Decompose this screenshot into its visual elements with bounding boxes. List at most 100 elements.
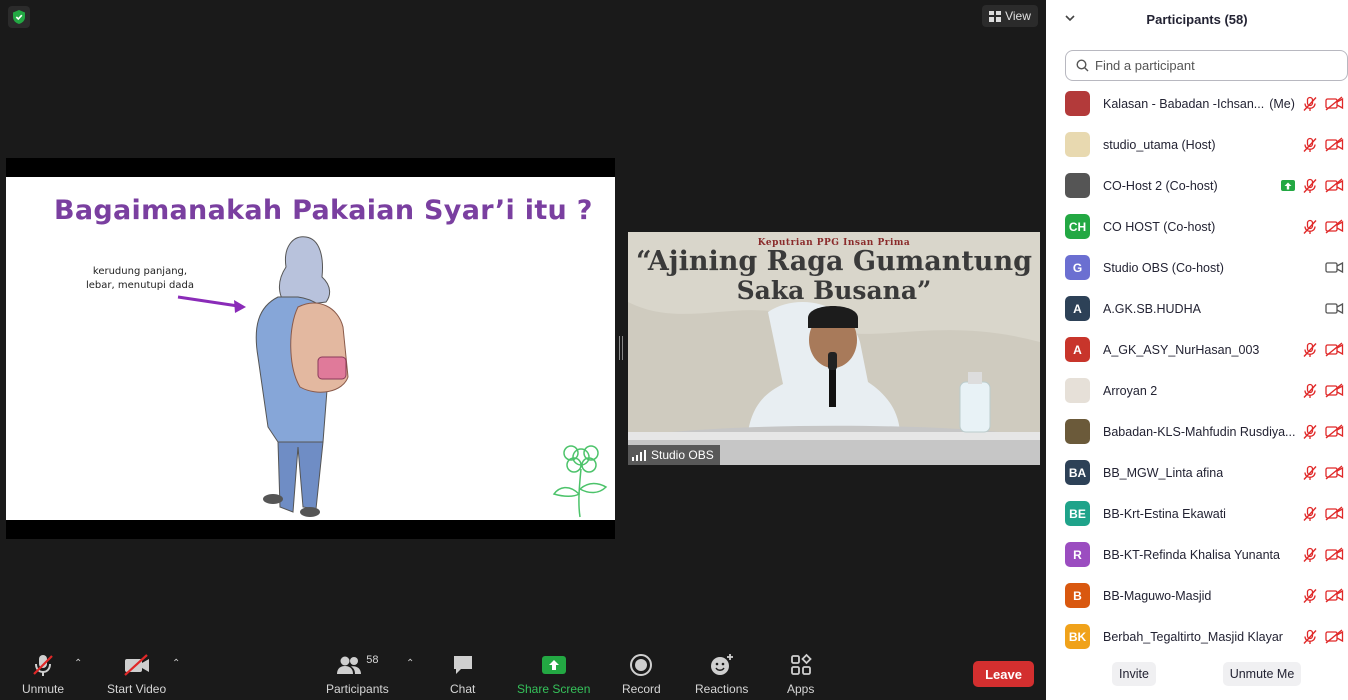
muted-mic-icon[interactable] xyxy=(1302,629,1318,645)
view-label: View xyxy=(1005,9,1031,23)
banner-title-line1: “Ajining Raga Gumantung xyxy=(636,246,1032,277)
participant-row[interactable]: BE BB-Krt-Estina Ekawati xyxy=(1046,493,1348,534)
participant-name: Arroyan 2 xyxy=(1103,384,1157,398)
muted-mic-icon[interactable] xyxy=(1302,547,1318,563)
participant-status-icons xyxy=(1281,178,1344,194)
participant-row[interactable]: CO-Host 2 (Co-host) xyxy=(1046,165,1348,206)
participant-name-text: A_GK_ASY_NurHasan_003 xyxy=(1103,342,1260,357)
record-icon xyxy=(630,654,653,676)
invite-button[interactable]: Invite xyxy=(1112,662,1156,686)
avatar: A xyxy=(1065,296,1090,321)
video-off-icon[interactable] xyxy=(1325,383,1344,398)
audio-options-caret-icon[interactable]: ⌃ xyxy=(74,658,82,669)
chat-button[interactable]: Chat xyxy=(450,652,475,696)
muted-mic-icon[interactable] xyxy=(1302,588,1318,604)
participants-options-caret-icon[interactable]: ⌃ xyxy=(406,658,414,669)
video-off-icon[interactable] xyxy=(1325,465,1344,480)
unmute-button[interactable]: Unmute xyxy=(22,652,64,696)
video-off-icon[interactable] xyxy=(1325,629,1344,644)
participant-name-text: Babadan-KLS-Mahfudin Rusdiya... xyxy=(1103,424,1296,439)
reactions-button[interactable]: Reactions xyxy=(695,652,748,696)
muted-mic-icon[interactable] xyxy=(1302,178,1318,194)
video-off-icon[interactable] xyxy=(1325,342,1344,357)
muted-mic-icon[interactable] xyxy=(1302,383,1318,399)
apps-button[interactable]: Apps xyxy=(787,652,814,696)
participants-panel: Participants (58) Kalasan - Babadan -Ich… xyxy=(1046,0,1348,700)
video-on-icon[interactable] xyxy=(1325,301,1344,316)
participant-name-text: A.GK.SB.HUDHA xyxy=(1103,301,1201,316)
participant-name: CO HOST (Co-host) xyxy=(1103,220,1215,234)
speaker-name-tag: Studio OBS xyxy=(628,445,720,465)
screen-sharing-icon xyxy=(1281,180,1295,191)
muted-mic-icon[interactable] xyxy=(1302,342,1318,358)
participants-button[interactable]: 58 Participants xyxy=(326,652,389,696)
muted-mic-icon[interactable] xyxy=(1302,465,1318,481)
participant-status-icons xyxy=(1302,137,1344,153)
participant-row[interactable]: BK Berbah_Tegaltirto_Masjid Klayar xyxy=(1046,616,1348,657)
participants-icon xyxy=(337,656,362,674)
participant-row[interactable]: R BB-KT-Refinda Khalisa Yunanta xyxy=(1046,534,1348,575)
unmute-label: Unmute xyxy=(22,682,65,696)
participant-status-icons xyxy=(1325,301,1344,316)
video-off-icon[interactable] xyxy=(1325,137,1344,152)
video-off-icon[interactable] xyxy=(1325,219,1344,234)
participant-row[interactable]: A A.GK.SB.HUDHA xyxy=(1046,288,1348,329)
participant-role-suffix: (Me) xyxy=(1269,96,1295,111)
participant-search[interactable] xyxy=(1065,50,1348,81)
participant-status-icons xyxy=(1302,96,1344,112)
participant-row[interactable]: A A_GK_ASY_NurHasan_003 xyxy=(1046,329,1348,370)
participant-row[interactable]: studio_utama (Host) xyxy=(1046,124,1348,165)
video-options-caret-icon[interactable]: ⌃ xyxy=(172,658,180,669)
view-button[interactable]: View xyxy=(982,5,1038,27)
participant-status-icons xyxy=(1302,629,1344,645)
participant-row[interactable]: Kalasan - Babadan -Ichsan... (Me) xyxy=(1046,83,1348,124)
muted-mic-icon[interactable] xyxy=(1302,424,1318,440)
participant-row[interactable]: CH CO HOST (Co-host) xyxy=(1046,206,1348,247)
avatar xyxy=(1065,91,1090,116)
grid-icon xyxy=(989,10,1002,22)
splitter-handle[interactable] xyxy=(619,336,623,360)
muted-mic-icon[interactable] xyxy=(1302,137,1318,153)
panel-footer: Invite Unmute Me xyxy=(1046,662,1348,688)
share-screen-icon xyxy=(541,656,566,674)
start-video-button[interactable]: Start Video xyxy=(107,652,166,696)
security-shield-icon[interactable] xyxy=(8,6,30,28)
muted-mic-icon[interactable] xyxy=(1302,96,1318,112)
participant-name-text: Kalasan - Babadan -Ichsan... xyxy=(1103,96,1265,111)
leave-button[interactable]: Leave xyxy=(973,661,1034,687)
video-off-icon[interactable] xyxy=(1325,178,1344,193)
participant-status-icons xyxy=(1302,547,1344,563)
avatar xyxy=(1065,419,1090,444)
participant-row[interactable]: Arroyan 2 xyxy=(1046,370,1348,411)
participant-name: Studio OBS (Co-host) xyxy=(1103,261,1224,275)
participant-row[interactable]: BA BB_MGW_Linta afina xyxy=(1046,452,1348,493)
participant-name-text: Berbah_Tegaltirto_Masjid Klayar xyxy=(1103,629,1283,644)
participant-name-text: BB-Maguwo-Masjid xyxy=(1103,588,1212,603)
video-off-icon[interactable] xyxy=(1325,506,1344,521)
participant-name: BB-KT-Refinda Khalisa Yunanta xyxy=(1103,548,1280,562)
video-off-icon[interactable] xyxy=(1325,424,1344,439)
video-off-icon[interactable] xyxy=(1325,588,1344,603)
chevron-down-icon[interactable] xyxy=(1064,12,1076,24)
share-screen-button[interactable]: Share Screen xyxy=(517,652,590,696)
participant-status-icons xyxy=(1302,219,1344,235)
video-on-icon[interactable] xyxy=(1325,260,1344,275)
unmute-me-button[interactable]: Unmute Me xyxy=(1223,662,1301,686)
speaker-name: Studio OBS xyxy=(651,448,714,462)
speaker-video[interactable]: Keputrian PPG Insan Prima “Ajining Raga … xyxy=(628,232,1040,465)
muted-mic-icon[interactable] xyxy=(1302,506,1318,522)
participant-row[interactable]: G Studio OBS (Co-host) xyxy=(1046,247,1348,288)
participant-name-text: Studio OBS (Co-host) xyxy=(1103,260,1224,275)
participant-status-icons xyxy=(1302,588,1344,604)
participant-name-text: Arroyan 2 xyxy=(1103,383,1158,398)
participant-row[interactable]: B BB-Maguwo-Masjid xyxy=(1046,575,1348,616)
avatar: BE xyxy=(1065,501,1090,526)
participant-name: CO-Host 2 (Co-host) xyxy=(1103,179,1218,193)
search-input[interactable] xyxy=(1095,58,1295,73)
record-button[interactable]: Record xyxy=(622,652,661,696)
muted-mic-icon[interactable] xyxy=(1302,219,1318,235)
participant-row[interactable]: Babadan-KLS-Mahfudin Rusdiya... xyxy=(1046,411,1348,452)
video-off-icon[interactable] xyxy=(1325,547,1344,562)
participant-name-text: BB-KT-Refinda Khalisa Yunanta xyxy=(1103,547,1280,562)
video-off-icon[interactable] xyxy=(1325,96,1344,111)
